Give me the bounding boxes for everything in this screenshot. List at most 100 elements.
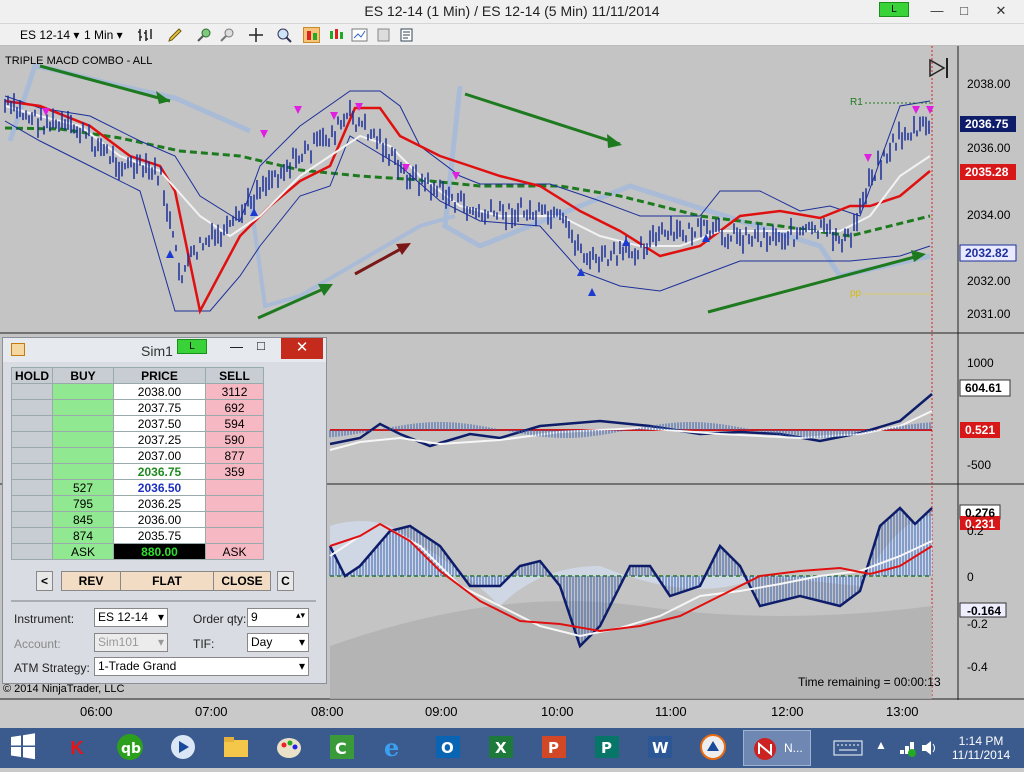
scroll-left-button[interactable]: <: [36, 571, 53, 591]
excel-icon[interactable]: X: [484, 732, 518, 764]
snapshot-icon[interactable]: [375, 27, 392, 43]
sell-ask-cell[interactable]: ASK: [205, 543, 264, 560]
sell-cell[interactable]: [205, 479, 264, 496]
reverse-button[interactable]: REV: [61, 571, 121, 591]
buy-cell[interactable]: 845: [52, 511, 114, 528]
price-cell[interactable]: 2035.75: [113, 527, 206, 544]
keyboard-icon[interactable]: [833, 738, 863, 761]
hold-cell[interactable]: [11, 399, 53, 416]
ladder-summary-row[interactable]: ASK 880.00 ASK: [11, 543, 264, 560]
powerpoint-icon[interactable]: P: [537, 732, 571, 764]
ladder-row[interactable]: 2036.75 359: [11, 463, 264, 480]
buy-cell[interactable]: 795: [52, 495, 114, 512]
clock[interactable]: 1:14 PM 11/11/2014: [950, 734, 1012, 762]
instrument-field[interactable]: ES 12-14 ▾: [94, 608, 168, 627]
chart-style-icon[interactable]: [351, 27, 368, 43]
sell-cell[interactable]: 877: [205, 447, 264, 464]
flatten-button[interactable]: FLAT: [120, 571, 214, 591]
maximize-button[interactable]: □: [949, 0, 979, 22]
buy-cell[interactable]: 874: [52, 527, 114, 544]
order-window-titlebar[interactable]: Sim1 L — □ ✕: [3, 338, 326, 362]
paint-icon[interactable]: [272, 732, 306, 764]
price-cell[interactable]: 2037.00: [113, 447, 206, 464]
maximize-button[interactable]: □: [257, 338, 265, 353]
media-player-icon[interactable]: [166, 732, 200, 764]
price-cell[interactable]: 2036.50: [113, 479, 206, 496]
ladder-row[interactable]: 2037.25 590: [11, 431, 264, 448]
price-cell[interactable]: 2036.75: [113, 463, 206, 480]
hold-cell[interactable]: [11, 447, 53, 464]
hold-cell[interactable]: [11, 479, 53, 496]
strategy-icon[interactable]: [303, 27, 320, 43]
order-window[interactable]: Sim1 L — □ ✕ HOLD BUY PRICE SELL 2038.00…: [2, 337, 327, 684]
ladder-row[interactable]: 2037.50 594: [11, 415, 264, 432]
hold-cell[interactable]: [11, 431, 53, 448]
network-icon[interactable]: [897, 738, 917, 761]
word-icon[interactable]: W: [643, 732, 677, 764]
sell-cell[interactable]: 590: [205, 431, 264, 448]
buy-ask-cell[interactable]: ASK: [52, 543, 114, 560]
buy-cell[interactable]: [52, 399, 114, 416]
sell-cell[interactable]: 359: [205, 463, 264, 480]
ladder-row[interactable]: 845 2036.00: [11, 511, 264, 528]
price-cell[interactable]: 2036.25: [113, 495, 206, 512]
hold-cell[interactable]: [11, 527, 53, 544]
minimize-button[interactable]: —: [922, 0, 952, 22]
sell-cell[interactable]: [205, 511, 264, 528]
sell-cell[interactable]: [205, 495, 264, 512]
hold-cell[interactable]: [11, 463, 53, 480]
ladder-row[interactable]: 795 2036.25: [11, 495, 264, 512]
volume-icon[interactable]: [919, 738, 939, 761]
app-icon[interactable]: [696, 732, 730, 764]
sell-cell[interactable]: 594: [205, 415, 264, 432]
quickbooks-icon[interactable]: qb: [113, 732, 147, 764]
center-button[interactable]: C: [277, 571, 294, 591]
crosshair-icon[interactable]: [248, 27, 265, 43]
outlook-icon[interactable]: O: [431, 732, 465, 764]
hold-cell[interactable]: [11, 495, 53, 512]
buy-cell[interactable]: [52, 415, 114, 432]
sell-cell[interactable]: [205, 527, 264, 544]
publisher-icon[interactable]: P: [590, 732, 624, 764]
ladder-row[interactable]: 874 2035.75: [11, 527, 264, 544]
hold-cell[interactable]: [11, 415, 53, 432]
price-cell[interactable]: 2037.75: [113, 399, 206, 416]
sell-cell[interactable]: 692: [205, 399, 264, 416]
hold-cell[interactable]: [11, 511, 53, 528]
magnifier-icon[interactable]: [276, 27, 293, 43]
internet-explorer-icon[interactable]: e: [378, 732, 412, 764]
start-button[interactable]: [6, 732, 40, 764]
buy-cell[interactable]: [52, 431, 114, 448]
ninjatrader-taskbar-item[interactable]: N...: [743, 730, 811, 766]
atm-strategy-dropdown[interactable]: 1-Trade Grand ▾: [94, 657, 309, 676]
close-position-button[interactable]: CLOSE: [213, 571, 271, 591]
pencil-icon[interactable]: [167, 27, 184, 43]
close-button[interactable]: ✕: [281, 338, 323, 359]
close-button[interactable]: ✕: [986, 0, 1016, 22]
tif-dropdown[interactable]: Day ▾: [247, 633, 309, 652]
tray-expand-icon[interactable]: ▲: [875, 738, 887, 752]
price-cell[interactable]: 2037.25: [113, 431, 206, 448]
minimize-button[interactable]: —: [230, 339, 243, 354]
ladder-row[interactable]: 527 2036.50: [11, 479, 264, 496]
price-cell[interactable]: 2037.50: [113, 415, 206, 432]
bar-type-icon[interactable]: [137, 27, 154, 43]
buy-cell[interactable]: 527: [52, 479, 114, 496]
ladder-row[interactable]: 2037.00 877: [11, 447, 264, 464]
instrument-dropdown[interactable]: ES 12-14 ▾: [20, 27, 79, 43]
order-qty-stepper[interactable]: 9 ▴▾: [247, 608, 309, 627]
price-ladder[interactable]: HOLD BUY PRICE SELL 2038.00 3112 2037.75 69…: [11, 367, 264, 560]
antivirus-icon[interactable]: K: [60, 732, 94, 764]
ladder-row[interactable]: 2037.75 692: [11, 399, 264, 416]
zoom-out-icon[interactable]: [219, 27, 236, 43]
price-cell[interactable]: 2038.00: [113, 383, 206, 400]
interval-dropdown[interactable]: 1 Min ▾: [84, 27, 123, 43]
file-explorer-icon[interactable]: [219, 732, 253, 764]
buy-cell[interactable]: [52, 463, 114, 480]
buy-cell[interactable]: [52, 447, 114, 464]
buy-cell[interactable]: [52, 383, 114, 400]
price-cell[interactable]: 2036.00: [113, 511, 206, 528]
camtasia-icon[interactable]: C: [325, 732, 359, 764]
sell-cell[interactable]: 3112: [205, 383, 264, 400]
ladder-row[interactable]: 2038.00 3112: [11, 383, 264, 400]
